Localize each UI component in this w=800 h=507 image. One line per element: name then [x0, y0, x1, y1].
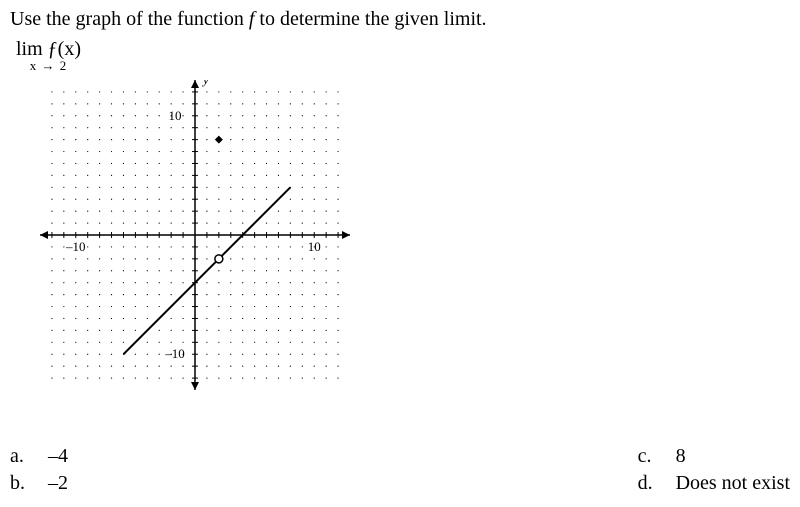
- prompt-suffix: to determine the given limit.: [254, 8, 486, 30]
- limit-bottom: x → 2: [16, 59, 81, 72]
- svg-text:–10: –10: [164, 346, 185, 361]
- option-c-label: c.: [638, 445, 658, 468]
- svg-text:10: 10: [169, 108, 182, 123]
- option-d-label: d.: [638, 472, 658, 495]
- option-c[interactable]: c. 8: [638, 445, 790, 468]
- limit-expression: lim ƒ(x) x → 2: [16, 39, 81, 72]
- option-d[interactable]: d. Does not exist: [638, 472, 790, 495]
- option-a-value: –4: [48, 445, 68, 468]
- question-prompt: Use the graph of the function f to deter…: [10, 8, 790, 31]
- option-c-value: 8: [676, 445, 686, 468]
- graph-container: –10 10 –10 10 x y: [40, 80, 790, 390]
- option-d-value: Does not exist: [676, 472, 790, 495]
- options: a. –4 b. –2 c. 8 d. Does not exist: [10, 445, 790, 495]
- prompt-prefix: Use the graph of the function: [10, 8, 249, 30]
- option-b-label: b.: [10, 472, 30, 495]
- limit-top: lim ƒ(x): [16, 39, 81, 59]
- option-a[interactable]: a. –4: [10, 445, 68, 468]
- svg-text:10: 10: [308, 239, 321, 254]
- option-b-value: –2: [48, 472, 68, 495]
- option-a-label: a.: [10, 445, 30, 468]
- option-b[interactable]: b. –2: [10, 472, 68, 495]
- function-graph: –10 10 –10 10 x y: [40, 80, 350, 390]
- svg-text:–10: –10: [65, 239, 86, 254]
- svg-text:x: x: [349, 239, 350, 254]
- svg-text:y: y: [201, 80, 209, 87]
